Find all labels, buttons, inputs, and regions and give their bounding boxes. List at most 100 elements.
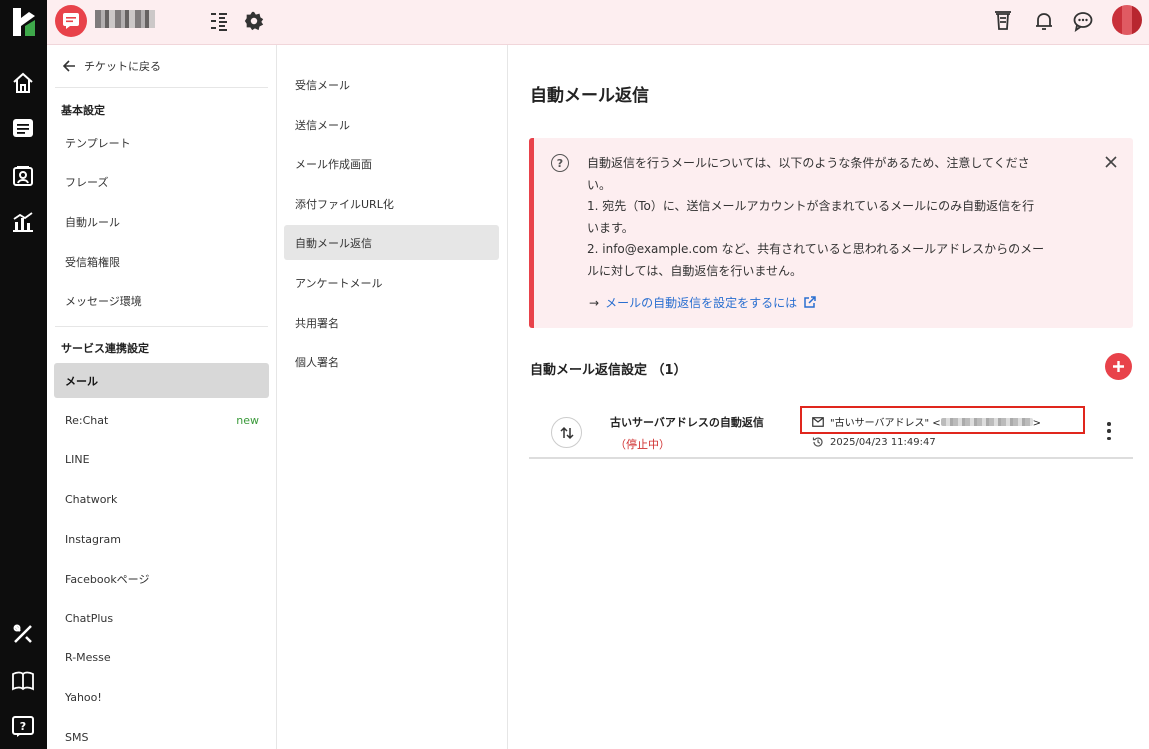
add-button[interactable] [1105, 353, 1132, 380]
settings-item-label: 受信箱権限 [65, 255, 120, 269]
settings-item-yahoo[interactable]: Yahoo! [54, 680, 269, 715]
question-circle-icon: ? [551, 154, 569, 172]
menu-item-outbound-mail[interactable]: 送信メール [284, 107, 499, 142]
alert-line: 自動返信を行うメールについては、以下のような条件があるため、注意してくださ [587, 156, 1030, 170]
menu-item-survey-mail[interactable]: アンケートメール [284, 265, 499, 300]
menu-item-label: アンケートメール [295, 276, 383, 290]
menu-item-label: メール作成画面 [295, 157, 372, 171]
trash-icon[interactable] [991, 9, 1015, 33]
settings-item-label: Instagram [65, 533, 121, 546]
settings-item-facebook[interactable]: Facebookページ [54, 561, 269, 596]
settings-item-phrase[interactable]: フレーズ [54, 164, 269, 199]
help-icon[interactable]: ? [10, 714, 36, 740]
menu-item-shared-signature[interactable]: 共用署名 [284, 305, 499, 340]
menu-item-personal-signature[interactable]: 個人署名 [284, 344, 499, 379]
book-icon[interactable] [10, 668, 36, 694]
highlight-box [800, 406, 1085, 434]
rule-datetime: 2025/04/23 11:49:47 [812, 436, 936, 448]
settings-sidebar: チケットに戻る 基本設定 テンプレート フレーズ 自動ルール 受信箱権限 メッセ… [47, 45, 277, 749]
alert-line: ルに対しては、自動返信を行いません。 [587, 263, 803, 278]
divider [55, 87, 268, 88]
contacts-icon[interactable] [10, 163, 36, 189]
alert-line: い。 [587, 177, 612, 192]
page-title: 自動メール返信 [530, 86, 649, 106]
help-link-text: メールの自動返信を設定をするには [605, 296, 798, 310]
settings-item-label: Facebookページ [65, 572, 150, 586]
workspace-name-redacted[interactable] [95, 10, 155, 28]
alert-line: 1. 宛先（To）に、送信メールアカウントが含まれているメールにのみ自動返信を行 [587, 199, 1035, 213]
settings-item-sms[interactable]: SMS [54, 720, 269, 749]
avatar[interactable] [1112, 5, 1142, 35]
analytics-icon[interactable] [10, 209, 36, 235]
settings-item-label: 自動ルール [65, 215, 120, 229]
settings-item-label: ChatPlus [65, 612, 114, 625]
close-icon[interactable] [1101, 152, 1121, 172]
settings-item-label: Chatwork [65, 493, 118, 506]
menu-item-label: 受信メール [295, 78, 350, 92]
rule-name[interactable]: 古いサーバアドレスの自動返信 [610, 414, 764, 430]
settings-item-rechat[interactable]: Re:Chat new [54, 403, 269, 438]
settings-item-line[interactable]: LINE [54, 442, 269, 477]
bell-icon[interactable] [1032, 9, 1056, 33]
logo-icon[interactable] [11, 6, 37, 38]
settings-item-label: SMS [65, 731, 89, 744]
menu-item-auto-reply[interactable]: 自動メール返信 [284, 225, 499, 260]
menu-item-label: 共用署名 [295, 316, 339, 330]
top-header [47, 0, 1149, 45]
menu-list-icon[interactable] [207, 9, 231, 33]
back-to-tickets-link[interactable]: チケットに戻る [63, 58, 161, 74]
menu-item-label: 個人署名 [295, 355, 339, 369]
settings-item-mail[interactable]: メール [54, 363, 269, 398]
settings-item-label: R-Messe [65, 651, 111, 664]
notice-alert: ? 自動返信を行うメールについては、以下のような条件があるため、注意してくださ … [529, 138, 1133, 328]
datetime-text: 2025/04/23 11:49:47 [830, 436, 936, 448]
menu-item-inbound-mail[interactable]: 受信メール [284, 67, 499, 102]
chat-app-icon[interactable] [55, 5, 87, 37]
back-label: チケットに戻る [84, 60, 161, 73]
settings-item-chatwork[interactable]: Chatwork [54, 482, 269, 517]
mail-settings-menu: 受信メール 送信メール メール作成画面 添付ファイルURL化 自動メール返信 ア… [277, 45, 508, 749]
section-title-integrations: サービス連携設定 [61, 342, 149, 355]
menu-item-compose-screen[interactable]: メール作成画面 [284, 146, 499, 181]
auto-reply-settings-title: 自動メール返信設定 （1） [530, 363, 687, 378]
settings-item-r-messe[interactable]: R-Messe [54, 640, 269, 675]
menu-item-attachment-url[interactable]: 添付ファイルURL化 [284, 186, 499, 221]
help-link[interactable]: → メールの自動返信を設定をするには [589, 294, 816, 311]
home-icon[interactable] [10, 70, 36, 96]
settings-item-label: テンプレート [65, 136, 131, 150]
svg-text:?: ? [20, 720, 26, 733]
main-content: 自動メール返信 ? 自動返信を行うメールについては、以下のような条件があるため、… [508, 45, 1149, 749]
history-icon [812, 437, 823, 447]
divider [55, 326, 268, 327]
ticket-icon[interactable] [10, 116, 36, 142]
alert-line: 2. info@example.com など、共有されていると思われるメールアド… [587, 242, 1045, 256]
settings-item-template[interactable]: テンプレート [54, 125, 269, 160]
gear-icon[interactable] [242, 9, 266, 33]
arrow-right-icon: → [589, 295, 600, 310]
settings-item-label: メール [65, 374, 98, 388]
alert-text: 自動返信を行うメールについては、以下のような条件があるため、注意してくださ い。… [587, 153, 1087, 282]
settings-item-label: メッセージ環境 [65, 294, 142, 308]
settings-item-inbox-permission[interactable]: 受信箱権限 [54, 244, 269, 279]
plus-icon [1113, 361, 1124, 372]
alert-line: います。 [587, 220, 634, 235]
settings-item-label: LINE [65, 453, 90, 466]
settings-item-label: Re:Chat [65, 414, 109, 427]
chat-bubble-icon[interactable] [1071, 9, 1095, 33]
settings-item-label: Yahoo! [65, 691, 102, 704]
menu-item-label: 添付ファイルURL化 [295, 197, 394, 211]
settings-item-message-env[interactable]: メッセージ環境 [54, 283, 269, 318]
new-badge: new [236, 414, 259, 427]
menu-item-label: 送信メール [295, 118, 350, 132]
more-options-icon[interactable] [1103, 422, 1115, 440]
tools-icon[interactable] [10, 621, 36, 647]
arrow-left-icon [63, 60, 75, 72]
left-rail: ? [0, 0, 47, 749]
settings-item-label: フレーズ [65, 175, 109, 189]
settings-item-chatplus[interactable]: ChatPlus [54, 601, 269, 636]
settings-item-auto-rule[interactable]: 自動ルール [54, 204, 269, 239]
menu-item-label: 自動メール返信 [295, 236, 372, 250]
status-badge: （停止中） [615, 438, 670, 451]
settings-item-instagram[interactable]: Instagram [54, 522, 269, 557]
swap-arrows-icon[interactable] [551, 417, 582, 448]
